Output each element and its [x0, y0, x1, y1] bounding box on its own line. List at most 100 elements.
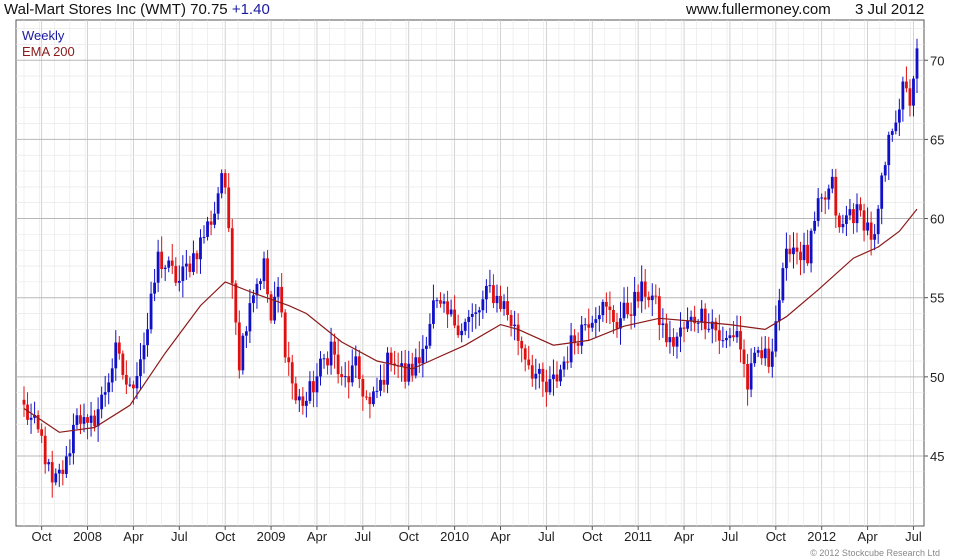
candle-body — [89, 415, 93, 423]
candle-body — [135, 376, 139, 389]
candle-body — [492, 285, 495, 304]
candle-body — [633, 291, 637, 316]
candle-body — [244, 331, 248, 336]
candle-body — [386, 352, 389, 385]
legend-ema: EMA 200 — [22, 44, 75, 59]
candle-body — [901, 81, 905, 110]
candle-body — [460, 330, 464, 336]
candle-body — [587, 324, 591, 328]
candle-body — [96, 409, 100, 427]
candle-body — [329, 341, 333, 366]
candle-body — [315, 376, 319, 393]
candle-body — [488, 285, 492, 287]
candle-body — [304, 400, 308, 406]
candle-body — [202, 236, 206, 238]
candle-body — [283, 312, 287, 358]
candle-body — [732, 335, 735, 338]
x-tick-label: Apr — [857, 529, 878, 544]
candle-body — [333, 341, 337, 355]
candle-body — [749, 363, 753, 390]
candle-body — [657, 296, 661, 326]
candle-body — [622, 302, 626, 319]
candle-body — [389, 352, 393, 364]
candle-body — [785, 248, 788, 269]
candle-body — [100, 394, 104, 410]
candle-body — [562, 361, 566, 370]
candle-body — [915, 48, 919, 79]
candle-body — [820, 197, 824, 199]
candle-body — [139, 359, 142, 377]
candle-body — [544, 381, 548, 393]
candle-body — [855, 204, 859, 224]
candle-body — [149, 293, 153, 330]
candle-body — [132, 384, 135, 389]
candle-body — [463, 321, 467, 331]
candle-body — [407, 363, 411, 382]
candle-body — [597, 315, 601, 320]
candle-body — [862, 210, 866, 231]
candle-body — [424, 345, 428, 349]
candle-body — [509, 314, 513, 326]
candle-body — [721, 340, 725, 342]
candle-body — [47, 462, 51, 465]
candle-body — [689, 316, 693, 321]
x-tick-label: Apr — [490, 529, 511, 544]
candle-body — [777, 300, 781, 322]
candle-body — [343, 376, 347, 378]
candle-body — [724, 338, 728, 341]
candle-body — [827, 188, 831, 200]
x-tick-label: Oct — [582, 529, 603, 544]
candle-body — [608, 306, 612, 310]
candle-body — [64, 456, 68, 474]
candle-body — [241, 335, 245, 371]
candle-body — [86, 417, 89, 423]
candle-body — [647, 296, 651, 301]
candle-body — [682, 327, 686, 329]
candle-body — [552, 374, 555, 380]
candle-body — [61, 469, 65, 474]
x-tick-label: 2012 — [807, 529, 836, 544]
legend-weekly: Weekly — [22, 28, 65, 43]
candle-body — [686, 320, 689, 329]
x-tick-label: Apr — [307, 529, 328, 544]
candle-body — [428, 323, 432, 346]
candle-body — [142, 345, 146, 360]
x-tick-label: Oct — [215, 529, 236, 544]
candle-body — [449, 309, 453, 315]
candle-body — [124, 374, 128, 385]
candle-body — [227, 187, 231, 229]
candle-body — [287, 357, 291, 363]
candle-body — [290, 362, 294, 384]
candle-body — [266, 258, 269, 295]
candle-body — [361, 379, 365, 397]
candle-body — [527, 359, 531, 366]
candle-body — [442, 301, 446, 304]
candle-body — [837, 215, 841, 228]
candle-body — [668, 337, 672, 343]
x-tick-label: 2010 — [440, 529, 469, 544]
candle-body — [379, 379, 382, 391]
candle-body — [54, 473, 58, 483]
candle-body — [516, 324, 520, 341]
candle-body — [806, 244, 809, 264]
candle-body — [297, 396, 301, 401]
candle-body — [756, 350, 760, 353]
candle-body — [629, 314, 633, 316]
candle-body — [559, 369, 562, 382]
candle-body — [788, 248, 792, 255]
x-tick-label: Apr — [674, 529, 695, 544]
candle-body — [802, 244, 806, 261]
candle-body — [248, 303, 252, 332]
candle-body — [188, 263, 192, 272]
candle-body — [520, 340, 524, 349]
candle-body — [170, 260, 174, 266]
candle-body — [679, 327, 682, 337]
candle-body — [467, 316, 471, 322]
candle-body — [435, 300, 439, 302]
candle-body — [68, 453, 72, 457]
candle-body — [117, 342, 121, 354]
candle-body — [537, 368, 541, 374]
plot-area — [15, 19, 925, 527]
candle-body — [583, 324, 587, 326]
candle-body — [513, 324, 517, 326]
